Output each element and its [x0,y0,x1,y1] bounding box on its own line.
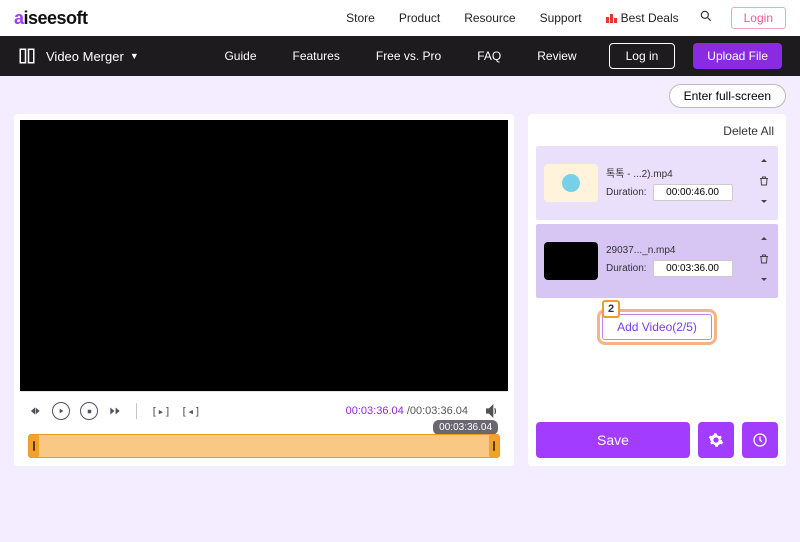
timeline-handle-right[interactable] [489,435,499,457]
topnav-product[interactable]: Product [399,11,440,25]
delete-all-button[interactable]: Delete All [536,120,778,146]
subnav-title-label: Video Merger [46,49,124,64]
rewind-button[interactable] [28,404,42,418]
login-button-sub[interactable]: Log in [609,43,676,69]
timeline-time-badge: 00:03:36.04 [433,420,498,435]
duration-input[interactable] [653,184,733,201]
move-down-icon[interactable] [758,272,770,290]
upload-file-button[interactable]: Upload File [693,43,782,69]
sub-nav: Video Merger ▼ Guide Features Free vs. P… [0,36,800,76]
best-deals-icon [606,14,617,23]
move-up-icon[interactable] [758,154,770,172]
subnav-title[interactable]: Video Merger ▼ [46,49,139,64]
best-deals-label: Best Deals [621,11,679,25]
topnav-best-deals[interactable]: Best Deals [606,11,679,25]
time-total: /00:03:36.04 [407,405,468,417]
subnav-features[interactable]: Features [293,49,340,63]
clips-panel: Delete All 톡톡 - ...2).mp4 Duration: [528,114,786,466]
chevron-down-icon: ▼ [130,51,139,61]
delete-icon[interactable] [758,174,770,192]
mark-in-button[interactable]: [▸] [151,405,171,418]
time-current: 00:03:36.04 [346,405,404,417]
topnav-store[interactable]: Store [346,11,375,25]
forward-button[interactable] [108,404,122,418]
subnav-guide[interactable]: Guide [224,49,256,63]
login-button-top[interactable]: Login [731,7,786,29]
subnav-review[interactable]: Review [537,49,576,63]
timeline[interactable] [28,434,500,458]
top-nav: aiseesoft Store Product Resource Support… [0,0,800,36]
clip-thumbnail [544,164,598,202]
clip-item[interactable]: 29037..._n.mp4 Duration: [536,224,778,298]
enter-fullscreen-button[interactable]: Enter full-screen [669,84,786,108]
time-display: 00:03:36.04 /00:03:36.04 [346,405,468,417]
history-button[interactable] [742,422,778,458]
clip-item[interactable]: 톡톡 - ...2).mp4 Duration: [536,146,778,220]
step-badge: 2 [602,300,620,318]
play-button[interactable] [52,402,70,420]
clip-name: 29037..._n.mp4 [606,245,750,256]
mark-out-button[interactable]: [◂] [181,405,201,418]
subnav-faq[interactable]: FAQ [477,49,501,63]
brand-logo[interactable]: aiseesoft [14,8,88,29]
save-button[interactable]: Save [536,422,690,458]
timeline-wrap: 00:03:36.04 [20,434,508,458]
subnav-free-vs-pro[interactable]: Free vs. Pro [376,49,441,63]
duration-label: Duration: [606,187,647,198]
duration-input[interactable] [653,260,733,277]
video-preview[interactable] [20,120,508,392]
stop-button[interactable] [80,402,98,420]
topnav-resource[interactable]: Resource [464,11,515,25]
stage: Enter full-screen [▸] [◂] [0,76,800,476]
delete-icon[interactable] [758,252,770,270]
search-icon[interactable] [699,9,713,28]
duration-label: Duration: [606,263,647,274]
divider [136,403,137,419]
timeline-handle-left[interactable] [29,435,39,457]
clip-name: 톡톡 - ...2).mp4 [606,165,750,180]
topnav-support[interactable]: Support [540,11,582,25]
settings-button[interactable] [698,422,734,458]
volume-icon[interactable] [484,403,500,419]
clip-thumbnail [544,242,598,280]
move-up-icon[interactable] [758,232,770,250]
video-merger-icon [18,47,36,65]
move-down-icon[interactable] [758,194,770,212]
player-panel: [▸] [◂] 00:03:36.04 /00:03:36.04 00:03:3… [14,114,514,466]
add-video-button[interactable]: Add Video(2/5) [602,314,712,340]
